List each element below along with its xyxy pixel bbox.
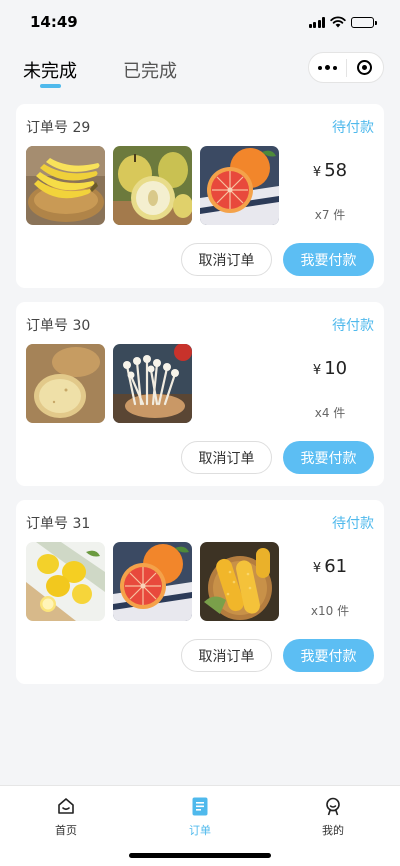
currency-symbol: ¥ <box>312 165 322 180</box>
order-card: 订单号 31 待付款 ¥61 x10 件 取消订单 我要付款 <box>16 500 384 684</box>
active-tab-indicator <box>40 84 61 88</box>
order-card: 订单号 29 待付款 ¥58 x7 件 取消订单 我要付款 <box>16 104 384 288</box>
tab-unfinished[interactable]: 未完成 <box>23 57 77 83</box>
order-price: ¥61 <box>290 556 370 577</box>
product-image-enoki-mushroom <box>113 344 192 423</box>
product-image-lemon <box>26 542 105 621</box>
nav-item-home[interactable]: 首页 <box>26 792 106 838</box>
price-value: 10 <box>324 358 348 379</box>
nav-label-home: 首页 <box>55 824 77 837</box>
cancel-order-button[interactable]: 取消订单 <box>181 441 272 474</box>
order-quantity: x10 件 <box>310 604 350 618</box>
cancel-order-button[interactable]: 取消订单 <box>181 243 272 276</box>
wifi-icon <box>330 16 346 28</box>
order-status-badge: 待付款 <box>332 516 374 532</box>
pay-order-button[interactable]: 我要付款 <box>283 441 374 474</box>
price-value: 61 <box>324 556 348 577</box>
product-image-grapefruit <box>200 146 279 225</box>
product-image-banana <box>26 146 105 225</box>
status-bar: 14:49 <box>0 0 400 44</box>
currency-symbol: ¥ <box>312 561 322 576</box>
product-image-corn <box>200 542 279 621</box>
cellular-signal-icon <box>308 16 325 28</box>
home-indicator[interactable] <box>129 853 271 858</box>
order-number: 订单号 31 <box>26 516 91 532</box>
miniprogram-capsule <box>308 52 384 83</box>
nav-item-profile[interactable]: 我的 <box>293 792 373 838</box>
order-quantity: x7 件 <box>314 208 346 222</box>
order-card: 订单号 30 待付款 ¥10 x4 件 取消订单 我要付款 <box>16 302 384 486</box>
order-status-badge: 待付款 <box>332 318 374 334</box>
more-options-icon[interactable] <box>309 65 346 70</box>
pay-order-button[interactable]: 我要付款 <box>283 639 374 672</box>
tab-finished[interactable]: 已完成 <box>123 57 177 83</box>
cancel-order-button[interactable]: 取消订单 <box>181 639 272 672</box>
battery-icon <box>351 16 377 28</box>
nav-label-orders: 订单 <box>189 824 211 837</box>
currency-symbol: ¥ <box>312 363 322 378</box>
order-doc-icon <box>192 797 208 815</box>
status-icons <box>308 16 377 28</box>
order-number: 订单号 30 <box>26 318 91 334</box>
order-quantity: x4 件 <box>314 406 346 420</box>
nav-item-orders[interactable]: 订单 <box>160 792 240 838</box>
order-price: ¥58 <box>290 160 370 181</box>
order-status-badge: 待付款 <box>332 120 374 136</box>
price-value: 58 <box>324 160 348 181</box>
nav-label-profile: 我的 <box>322 824 344 837</box>
home-icon <box>58 798 74 814</box>
product-image-pear <box>113 146 192 225</box>
profile-icon <box>326 797 340 815</box>
pay-order-button[interactable]: 我要付款 <box>283 243 374 276</box>
close-miniprogram-icon[interactable] <box>347 60 383 75</box>
product-image-potato <box>26 344 105 423</box>
order-number: 订单号 29 <box>26 120 91 136</box>
product-image-grapefruit <box>113 542 192 621</box>
status-time: 14:49 <box>30 13 78 31</box>
order-price: ¥10 <box>290 358 370 379</box>
